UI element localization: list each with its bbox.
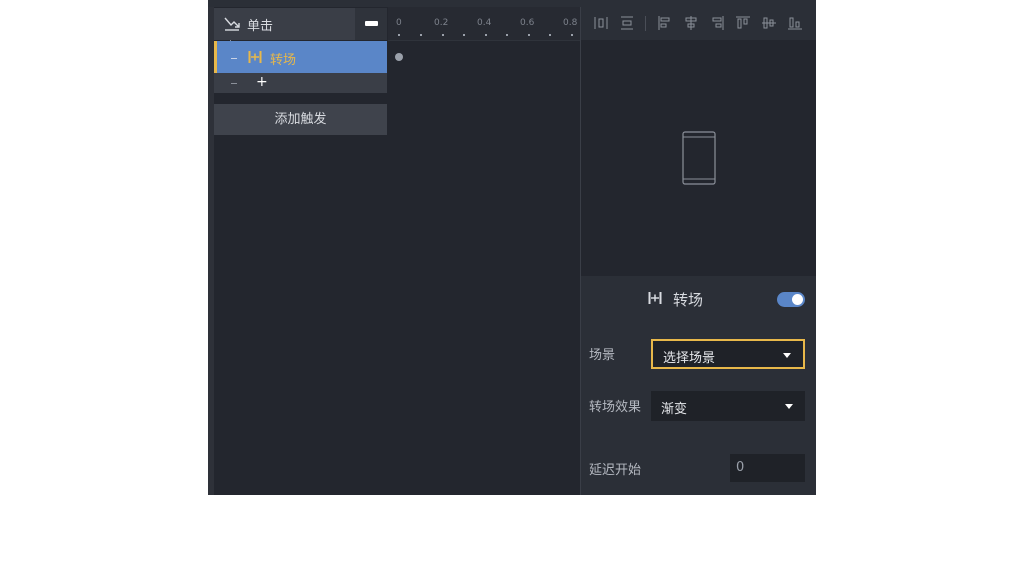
align-center-vertical-icon[interactable] xyxy=(761,15,777,31)
action-row-transition[interactable]: 转场 xyxy=(214,41,387,73)
align-left-icon[interactable] xyxy=(657,15,673,31)
enable-toggle[interactable] xyxy=(777,292,805,307)
tick-label: 0.4 xyxy=(477,18,492,28)
chevron-down-icon xyxy=(785,404,793,409)
scene-label: 场景 xyxy=(589,348,616,363)
minus-icon xyxy=(365,21,378,26)
timeline-ruler: 0 0.2 0.4 0.6 0.8 xyxy=(388,7,580,41)
tick-mark xyxy=(398,34,400,36)
toolbar-separator xyxy=(645,16,646,31)
effect-label: 转场效果 xyxy=(589,400,642,415)
tick-label: 0.8 xyxy=(563,18,578,28)
align-bottom-icon[interactable] xyxy=(787,15,803,31)
align-toolbar xyxy=(581,7,816,40)
tick-mark xyxy=(506,34,508,36)
align-distribute-horizontal-icon[interactable] xyxy=(593,15,609,31)
scene-select-value: 选择场景 xyxy=(663,351,716,366)
trigger-label: 单击 xyxy=(247,19,274,34)
tick-mark xyxy=(528,34,530,36)
align-right-icon[interactable] xyxy=(709,15,725,31)
interaction-editor: 单击 转场 + 添加触发 0 0.2 0.4 0.6 0.8 转场 场景 选择场… xyxy=(208,0,816,495)
tick-label: 0.6 xyxy=(520,18,535,28)
phone-icon xyxy=(682,131,716,185)
chevron-down-icon xyxy=(783,353,791,358)
tick-mark xyxy=(463,34,465,36)
align-center-horizontal-icon[interactable] xyxy=(683,15,699,31)
tick-mark xyxy=(549,34,551,36)
scene-select[interactable]: 选择场景 xyxy=(651,339,805,369)
toggle-knob xyxy=(792,294,803,305)
tree-branch xyxy=(231,83,237,84)
effect-select-value: 渐变 xyxy=(661,402,688,417)
tick-mark xyxy=(442,34,444,36)
align-top-icon[interactable] xyxy=(735,15,751,31)
properties-title: 转场 xyxy=(673,291,704,309)
transition-properties: 转场 场景 选择场景 转场效果 渐变 延迟开始 0 xyxy=(581,276,816,495)
device-preview xyxy=(581,40,816,276)
add-action-row[interactable]: + xyxy=(214,73,387,93)
tick-mark xyxy=(485,34,487,36)
remove-trigger-button[interactable] xyxy=(355,8,387,40)
trigger-row-click[interactable]: 单击 xyxy=(214,8,387,40)
tick-label: 0 xyxy=(396,18,402,28)
transition-icon xyxy=(248,51,262,63)
add-trigger-button[interactable]: 添加触发 xyxy=(214,104,387,135)
delay-input[interactable]: 0 xyxy=(730,454,805,482)
timeline: 0 0.2 0.4 0.6 0.8 xyxy=(388,7,580,495)
add-action-button[interactable]: + xyxy=(256,74,268,90)
effect-select[interactable]: 渐变 xyxy=(651,391,805,421)
tick-mark xyxy=(571,34,573,36)
tick-label: 0.2 xyxy=(434,18,449,28)
click-trigger-icon xyxy=(224,17,240,31)
action-label: 转场 xyxy=(270,53,297,68)
align-distribute-vertical-icon[interactable] xyxy=(619,15,635,31)
delay-label: 延迟开始 xyxy=(589,463,642,478)
selection-accent xyxy=(214,41,217,73)
tree-branch xyxy=(231,58,237,59)
top-border xyxy=(208,0,816,7)
transition-icon xyxy=(648,292,662,304)
keyframe-marker[interactable] xyxy=(395,53,403,61)
tick-mark xyxy=(420,34,422,36)
